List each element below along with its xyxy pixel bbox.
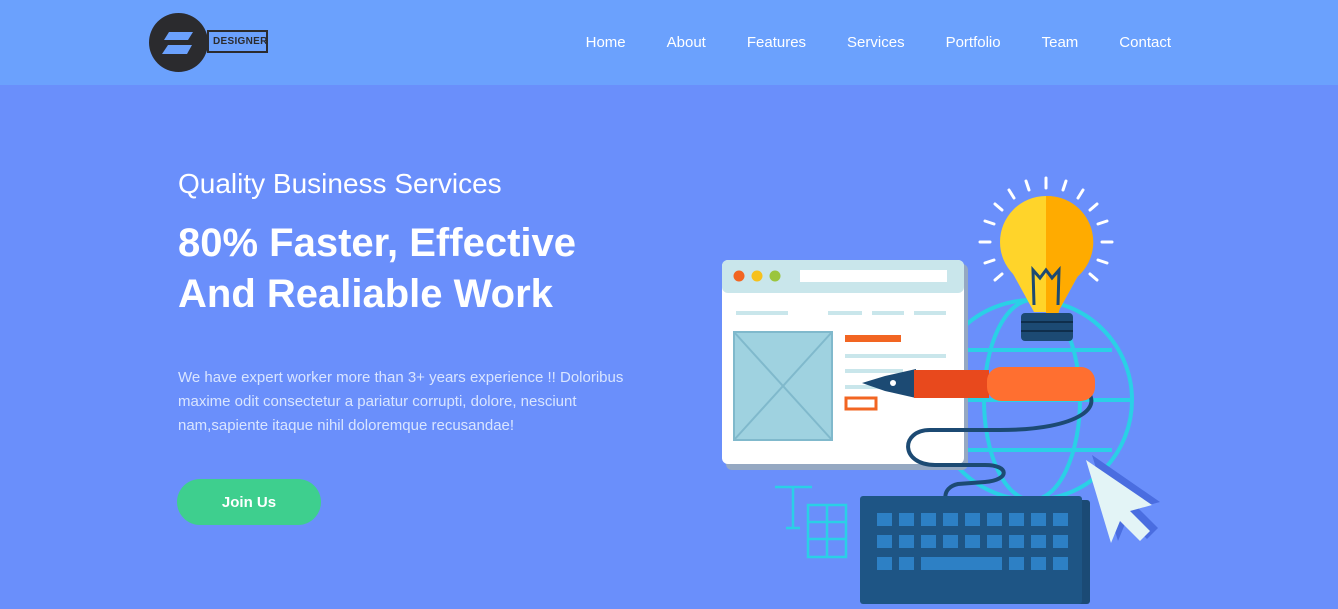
keyboard-key bbox=[1031, 557, 1046, 570]
join-us-button[interactable]: Join Us bbox=[177, 479, 321, 525]
keyboard-key bbox=[921, 535, 936, 548]
logo-text: DESIGNER bbox=[207, 30, 268, 53]
keyboard-key bbox=[877, 535, 892, 548]
keyboard-key bbox=[1009, 535, 1024, 548]
keyboard-key bbox=[1053, 535, 1068, 548]
keyboard-key bbox=[987, 535, 1002, 548]
browser-window-icon bbox=[722, 260, 968, 470]
site-logo[interactable]: DESIGNER bbox=[149, 13, 274, 73]
top-navbar: DESIGNER Home About Features Services Po… bbox=[0, 0, 1338, 85]
keyboard-spacebar bbox=[921, 557, 1002, 570]
keyboard-key bbox=[943, 535, 958, 548]
hero-title: 80% Faster, Effective And Realiable Work bbox=[178, 218, 658, 320]
keyboard-key bbox=[1031, 535, 1046, 548]
hero-title-line1: 80% Faster, Effective bbox=[178, 221, 576, 265]
keyboard-key bbox=[921, 513, 936, 526]
hero-subtitle: Quality Business Services bbox=[178, 168, 502, 199]
hero-description: We have expert worker more than 3+ years… bbox=[178, 369, 624, 434]
nav-about[interactable]: About bbox=[667, 34, 706, 51]
keyboard-key bbox=[877, 557, 892, 570]
keyboard-key bbox=[943, 513, 958, 526]
keyboard-key bbox=[1009, 557, 1024, 570]
keyboard-key bbox=[899, 535, 914, 548]
logo-icon bbox=[149, 13, 208, 72]
main-nav: Home About Features Services Portfolio T… bbox=[545, 0, 1171, 85]
keyboard-key bbox=[1009, 513, 1024, 526]
keyboard-key bbox=[899, 513, 914, 526]
keyboard-key bbox=[1031, 513, 1046, 526]
hero-illustration bbox=[700, 160, 1180, 604]
keyboard-key bbox=[1053, 513, 1068, 526]
nav-home[interactable]: Home bbox=[586, 34, 626, 51]
nav-portfolio[interactable]: Portfolio bbox=[946, 34, 1001, 51]
hero-title-line2: And Realiable Work bbox=[178, 272, 553, 316]
keyboard-key bbox=[965, 513, 980, 526]
lightbulb-icon bbox=[978, 176, 1114, 341]
keyboard-key bbox=[1053, 557, 1068, 570]
keyboard-key bbox=[899, 557, 914, 570]
keyboard-key bbox=[877, 513, 892, 526]
nav-team[interactable]: Team bbox=[1042, 34, 1079, 51]
nav-features[interactable]: Features bbox=[747, 34, 806, 51]
keyboard-key bbox=[965, 535, 980, 548]
cursor-icon bbox=[1086, 455, 1160, 543]
nav-services[interactable]: Services bbox=[847, 34, 905, 51]
text-tool-icon bbox=[775, 485, 848, 559]
nav-contact[interactable]: Contact bbox=[1119, 34, 1171, 51]
keyboard-icon bbox=[860, 496, 1090, 604]
keyboard-key bbox=[987, 513, 1002, 526]
